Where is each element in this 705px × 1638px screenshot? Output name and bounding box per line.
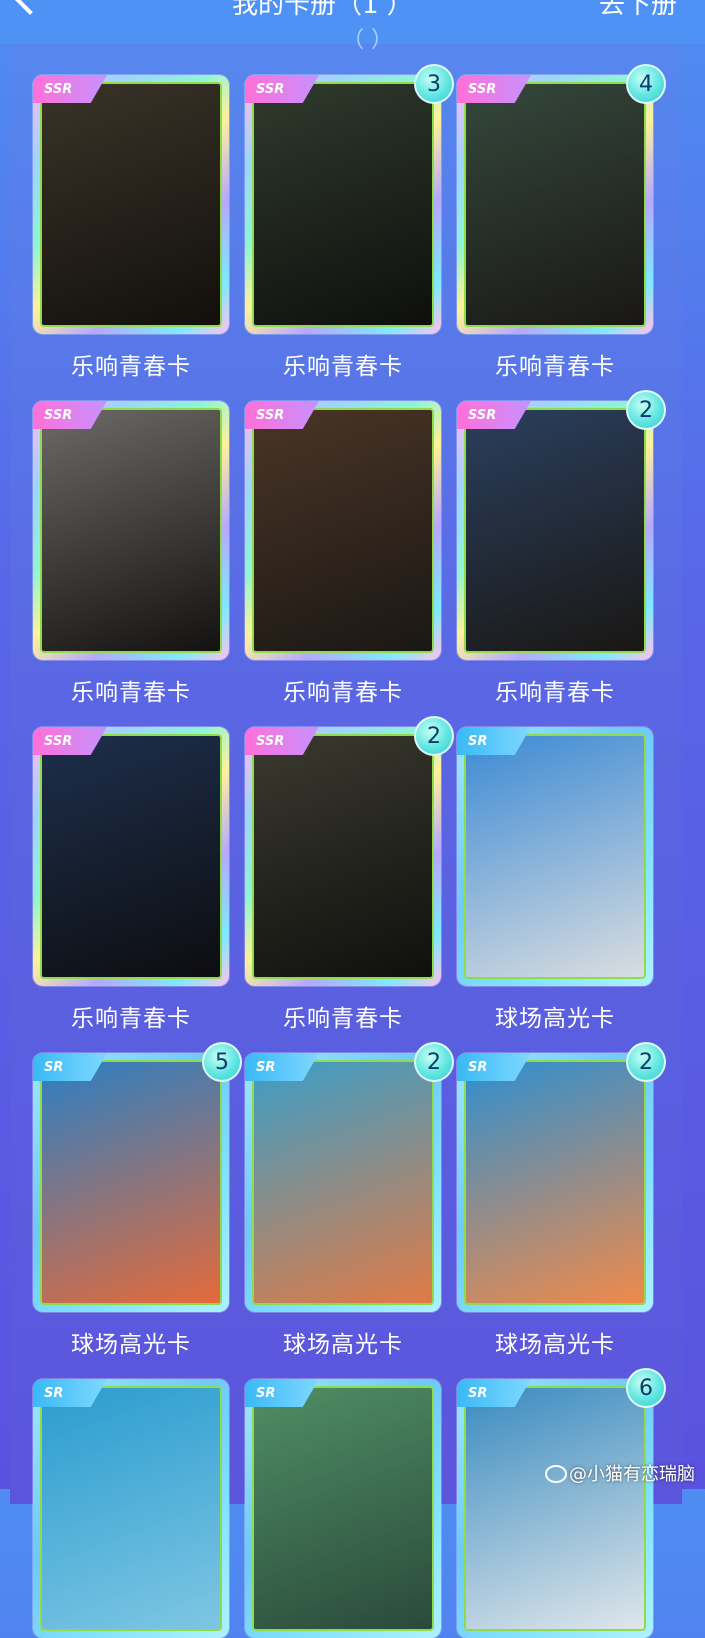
card-count-badge: 4 [626, 64, 666, 104]
card-photo [40, 1386, 222, 1631]
card-frame[interactable]: SR 2 [245, 1042, 454, 1312]
card-frame[interactable]: SSR 4 [457, 64, 666, 334]
card-frame[interactable]: SSR 2 [457, 390, 666, 660]
card-photo [464, 734, 646, 979]
card-count-badge: 5 [202, 1042, 242, 1082]
collection-card[interactable]: SR [245, 1379, 441, 1638]
card-count-badge: 2 [626, 1042, 666, 1082]
next-volume-button[interactable]: 去下册 [599, 0, 677, 21]
page-title: 我的卡册（1 ） [232, 0, 413, 20]
card-name: 球场高光卡 [495, 1332, 615, 1358]
collection-card[interactable]: SR 球场高光卡 [457, 727, 653, 1032]
card-count-badge: 3 [414, 64, 454, 104]
card-name: 球场高光卡 [495, 1006, 615, 1032]
collection-card[interactable]: SSR 2 乐响青春卡 [245, 716, 454, 1032]
card-photo [252, 82, 434, 327]
card-count-badge: 2 [414, 1042, 454, 1082]
card-photo [464, 1060, 646, 1305]
card-name: 乐响青春卡 [495, 680, 615, 706]
card-frame[interactable]: SSR [33, 727, 229, 986]
collection-card[interactable]: SR 2 球场高光卡 [457, 1042, 666, 1358]
card-name: 乐响青春卡 [495, 354, 615, 380]
card-frame[interactable]: SSR [33, 75, 229, 334]
card-frame[interactable]: SSR 2 [245, 716, 454, 986]
card-frame[interactable]: SR [245, 1379, 441, 1638]
weibo-icon [545, 1465, 567, 1483]
card-photo [40, 734, 222, 979]
card-photo [252, 734, 434, 979]
collection-card[interactable]: SR [33, 1379, 229, 1638]
card-photo [252, 1060, 434, 1305]
collection-card[interactable]: SR 5 球场高光卡 [33, 1042, 242, 1358]
card-photo [464, 1386, 646, 1631]
card-name: 乐响青春卡 [71, 680, 191, 706]
card-photo [252, 1386, 434, 1631]
collection-card[interactable]: SSR 3 乐响青春卡 [245, 64, 454, 380]
album-subtitle: （ ） [342, 28, 393, 53]
card-photo [40, 82, 222, 327]
collection-card[interactable]: SSR 乐响青春卡 [33, 727, 229, 1032]
card-name: 乐响青春卡 [71, 1006, 191, 1032]
card-photo [464, 82, 646, 327]
card-frame[interactable]: SSR [245, 401, 441, 660]
card-frame[interactable]: SR [457, 727, 653, 986]
card-name: 乐响青春卡 [71, 354, 191, 380]
card-frame[interactable]: SR 2 [457, 1042, 666, 1312]
card-frame[interactable]: SSR [33, 401, 229, 660]
card-name: 乐响青春卡 [283, 354, 403, 380]
card-name: 球场高光卡 [71, 1332, 191, 1358]
collection-card[interactable]: SR 2 球场高光卡 [245, 1042, 454, 1358]
collection-card[interactable]: SSR 4 乐响青春卡 [457, 64, 666, 380]
card-frame[interactable]: SSR 3 [245, 64, 454, 334]
card-name: 乐响青春卡 [283, 680, 403, 706]
card-count-badge: 2 [626, 390, 666, 430]
card-photo [464, 408, 646, 653]
collection-card[interactable]: SSR 2 乐响青春卡 [457, 390, 666, 706]
watermark-text: @小猫有恋瑞脑 [569, 1464, 695, 1485]
card-name: 乐响青春卡 [283, 1006, 403, 1032]
card-photo [252, 408, 434, 653]
collection-card[interactable]: SSR 乐响青春卡 [33, 401, 229, 706]
collection-card[interactable]: SSR 乐响青春卡 [33, 75, 229, 380]
card-frame[interactable]: SR 5 [33, 1042, 242, 1312]
card-frame[interactable]: SR 6 [457, 1368, 666, 1638]
card-count-badge: 6 [626, 1368, 666, 1408]
card-frame[interactable]: SR [33, 1379, 229, 1638]
card-name: 球场高光卡 [283, 1332, 403, 1358]
collection-card[interactable]: SR 6 [457, 1368, 666, 1638]
card-count-badge: 2 [414, 716, 454, 756]
card-photo [40, 1060, 222, 1305]
watermark: @小猫有恋瑞脑 [545, 1460, 695, 1486]
back-arrow-icon[interactable] [13, 0, 47, 15]
card-photo [40, 408, 222, 653]
collection-card[interactable]: SSR 乐响青春卡 [245, 401, 441, 706]
